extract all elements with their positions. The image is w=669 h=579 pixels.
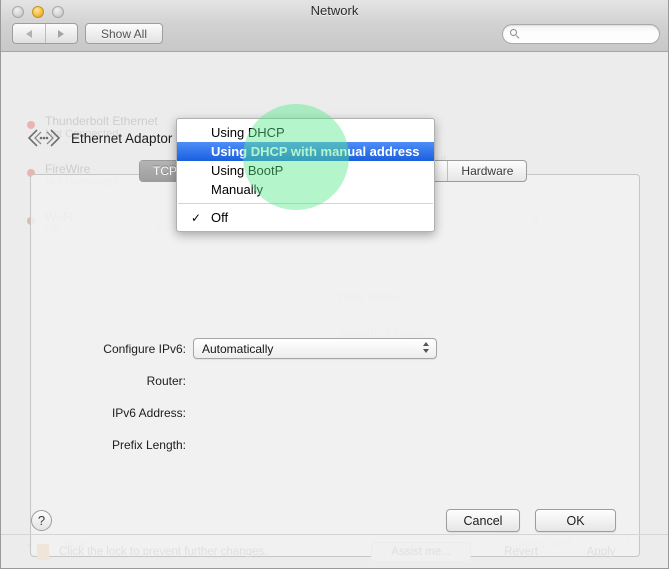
sidebar-item-label: Thunderbolt Ethernet [45,114,158,128]
configure-ipv6-popup-button[interactable]: Automatically [193,338,437,359]
configure-ipv6-value: Automatically [202,341,274,356]
adaptor-header: Ethernet Adaptor [27,127,172,149]
search-icon [510,28,521,40]
menu-item-off[interactable]: ✓ Off [177,208,434,227]
window-bottom-bar: ? Cancel OK Click the lock to prevent fu… [1,492,668,568]
cancel-button[interactable]: Cancel [446,509,520,532]
ok-button[interactable]: OK [535,509,616,532]
assist-me-button: Assist me... [371,542,471,562]
router-label: Router: [146,374,186,388]
search-input[interactable] [524,26,648,42]
ethernet-icon [27,129,61,147]
revert-button: Revert [504,546,538,558]
back-button[interactable] [13,24,45,43]
lock-hint-text: Click the lock to prevent further change… [59,546,268,558]
help-button[interactable]: ? [31,510,52,531]
configure-ipv4-dropdown-menu[interactable]: Using DHCP Using DHCP with manual addres… [176,118,435,232]
menu-item-using-dhcp[interactable]: Using DHCP [177,123,434,142]
prefix-length-label: Prefix Length: [111,438,186,452]
window-titlebar: Network Show All [1,0,668,52]
apply-button: Apply [586,546,616,558]
network-preferences-window: Network Show All Thunderbolt Ethernet No… [0,0,669,569]
show-all-button[interactable]: Show All [85,23,163,44]
navigation-buttons [12,23,78,44]
ipv6-address-label: IPv6 Address: [111,406,186,420]
configure-ipv6-label: Configure IPv6: [103,342,186,356]
forward-button[interactable] [44,24,78,43]
divider [1,534,668,535]
menu-item-label: Off [211,210,229,225]
menu-item-label: Using BootP [211,163,284,178]
lock-icon [37,544,49,560]
menu-item-label: Using DHCP with manual address [211,144,420,159]
chevron-updown-icon [423,342,429,353]
menu-separator [178,203,433,204]
lock-row: Click the lock to prevent further change… [37,544,267,560]
chevron-left-icon [25,29,32,38]
chevron-right-icon [58,29,65,38]
adaptor-name: Ethernet Adaptor [71,130,173,146]
menu-item-manually[interactable]: Manually [177,180,434,199]
window-content: Thunderbolt Ethernet Not Connected FireW… [1,52,668,568]
menu-item-label: Manually [211,182,264,197]
menu-item-label: Using DHCP [211,125,285,140]
menu-item-using-bootp[interactable]: Using BootP [177,161,434,180]
search-field[interactable] [502,24,660,44]
tab-hardware[interactable]: Hardware [448,161,526,181]
menu-item-using-dhcp-with-manual-address[interactable]: Using DHCP with manual address [177,142,434,161]
checkmark-icon: ✓ [191,210,202,225]
window-title: Network [310,3,359,18]
